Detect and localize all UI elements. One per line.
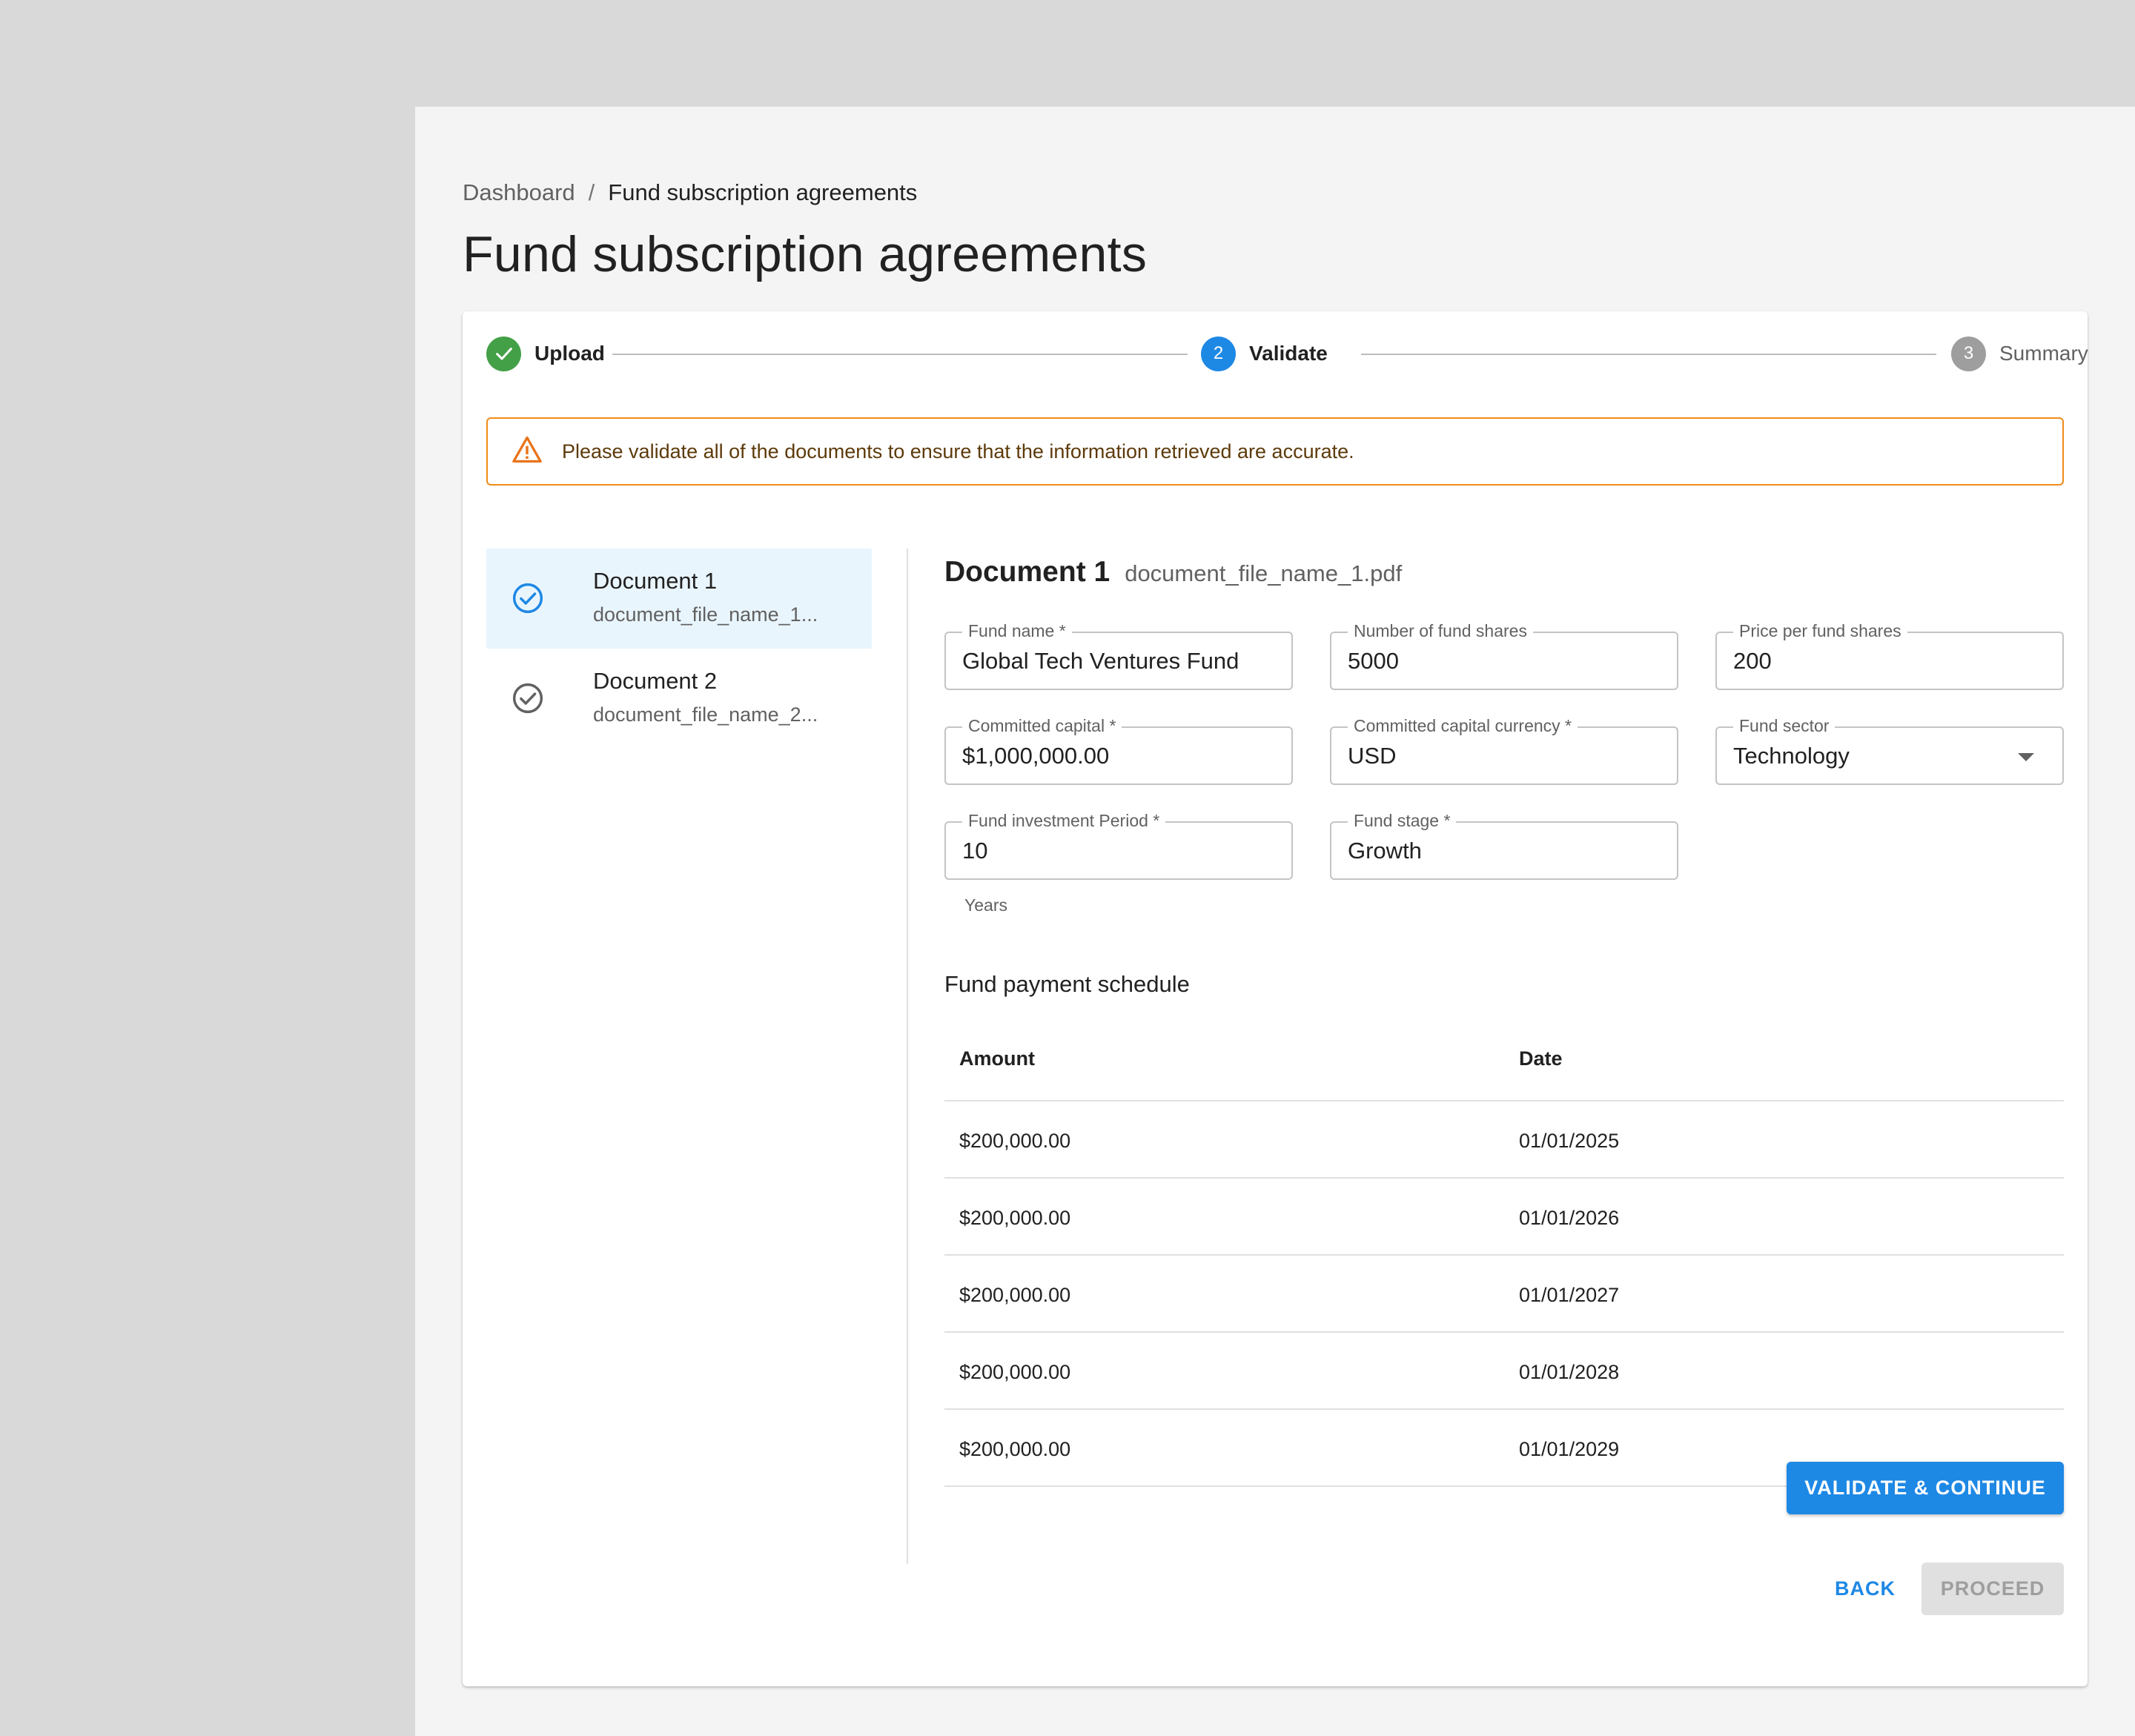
fund-shares-field[interactable]: Number of fund shares 5000 [1330, 621, 1678, 690]
table-row: $200,000.00 01/01/2027 [944, 1256, 2064, 1333]
field-helper-text: Years [964, 895, 1007, 915]
table-row: $200,000.00 01/01/2026 [944, 1179, 2064, 1256]
fund-sector-select[interactable]: Fund sector Technology [1715, 716, 2064, 785]
cell-date: 01/01/2026 [1519, 1207, 1620, 1229]
document-heading-title: Document 1 [944, 556, 1110, 588]
breadcrumb-separator: / [588, 179, 595, 205]
field-label: Number of fund shares [1348, 621, 1533, 641]
column-header-date: Date [1519, 1047, 1563, 1070]
document-heading: Document 1 document_file_name_1.pdf [944, 556, 1402, 589]
field-label: Fund sector [1733, 716, 1836, 736]
cell-amount: $200,000.00 [959, 1130, 1071, 1152]
stepper: Upload 2 Validate 3 Summary [486, 335, 2088, 372]
field-value: 5000 [1348, 648, 1399, 674]
document-list-item[interactable]: Document 1 document_file_name_1... [486, 549, 872, 649]
cell-date: 01/01/2027 [1519, 1284, 1620, 1306]
step-number-badge: 3 [1951, 336, 1986, 371]
proceed-button[interactable]: PROCEED [1922, 1563, 2064, 1615]
check-icon [486, 336, 521, 371]
table-header: Amount Date [944, 1020, 2064, 1101]
table-row: $200,000.00 01/01/2025 [944, 1101, 2064, 1179]
document-filename: document_file_name_1... [593, 603, 818, 626]
field-value: 200 [1733, 648, 1772, 674]
field-value: 10 [962, 838, 988, 864]
dropdown-arrow-icon [2018, 753, 2034, 761]
cell-amount: $200,000.00 [959, 1284, 1071, 1306]
back-button[interactable]: BACK [1828, 1563, 1902, 1615]
document-title: Document 2 [593, 668, 718, 694]
page-title: Fund subscription agreements [463, 226, 1148, 282]
warning-icon [512, 435, 543, 468]
field-label: Committed capital * [962, 716, 1122, 736]
field-value: Technology [1733, 743, 1850, 769]
document-heading-filename: document_file_name_1.pdf [1125, 560, 1403, 586]
cell-amount: $200,000.00 [959, 1207, 1071, 1229]
document-title: Document 1 [593, 568, 718, 594]
field-label: Fund investment Period * [962, 811, 1166, 831]
document-filename: document_file_name_2... [593, 703, 818, 726]
table-row: $200,000.00 01/01/2028 [944, 1333, 2064, 1410]
price-per-share-field[interactable]: Price per fund shares 200 [1715, 621, 2064, 690]
field-value: Growth [1348, 838, 1422, 864]
alert-text: Please validate all of the documents to … [562, 440, 1354, 463]
fund-name-field[interactable]: Fund name * Global Tech Ventures Fund [944, 621, 1293, 690]
capital-currency-field[interactable]: Committed capital currency * USD [1330, 716, 1678, 785]
investment-period-field[interactable]: Fund investment Period * 10 [944, 811, 1293, 880]
step-connector [1361, 354, 1936, 355]
field-value: $1,000,000.00 [962, 743, 1110, 769]
step-label: Upload [534, 342, 605, 365]
check-circle-icon [512, 682, 544, 715]
step-summary[interactable]: 3 Summary [1951, 335, 2088, 372]
validate-continue-button[interactable]: VALIDATE & CONTINUE [1787, 1462, 2064, 1514]
cell-amount: $200,000.00 [959, 1361, 1071, 1383]
cell-date: 01/01/2025 [1519, 1130, 1620, 1152]
column-header-amount: Amount [959, 1047, 1035, 1070]
step-connector [612, 354, 1188, 355]
vertical-divider [907, 549, 908, 1564]
field-label: Price per fund shares [1733, 621, 1907, 641]
step-label: Validate [1249, 342, 1328, 365]
field-value: Global Tech Ventures Fund [962, 648, 1239, 674]
check-circle-icon [512, 582, 544, 614]
document-list-item[interactable]: Document 2 document_file_name_2... [486, 649, 872, 749]
breadcrumb-current: Fund subscription agreements [608, 179, 918, 205]
field-value: USD [1348, 743, 1397, 769]
field-label: Fund name * [962, 621, 1072, 641]
committed-capital-field[interactable]: Committed capital * $1,000,000.00 [944, 716, 1293, 785]
breadcrumb: Dashboard / Fund subscription agreements [463, 179, 917, 206]
payment-schedule-title: Fund payment schedule [944, 971, 1190, 997]
payment-schedule-table: Amount Date $200,000.00 01/01/2025 $200,… [944, 1020, 2064, 1487]
cell-date: 01/01/2028 [1519, 1361, 1620, 1383]
document-list: Document 1 document_file_name_1... Docum… [486, 549, 872, 749]
warning-alert: Please validate all of the documents to … [486, 417, 2064, 486]
step-upload[interactable]: Upload [486, 335, 605, 372]
step-label: Summary [1999, 342, 2088, 365]
app-main: Dashboard / Fund subscription agreements… [415, 107, 2135, 1736]
cell-amount: $200,000.00 [959, 1438, 1071, 1460]
fund-stage-field[interactable]: Fund stage * Growth [1330, 811, 1678, 880]
field-label: Fund stage * [1348, 811, 1457, 831]
breadcrumb-link-dashboard[interactable]: Dashboard [463, 179, 575, 206]
wizard-card: Upload 2 Validate 3 Summary Please valid… [463, 311, 2088, 1686]
step-validate[interactable]: 2 Validate [1201, 335, 1328, 372]
cell-date: 01/01/2029 [1519, 1438, 1620, 1460]
field-label: Committed capital currency * [1348, 716, 1578, 736]
step-number-badge: 2 [1201, 336, 1236, 371]
